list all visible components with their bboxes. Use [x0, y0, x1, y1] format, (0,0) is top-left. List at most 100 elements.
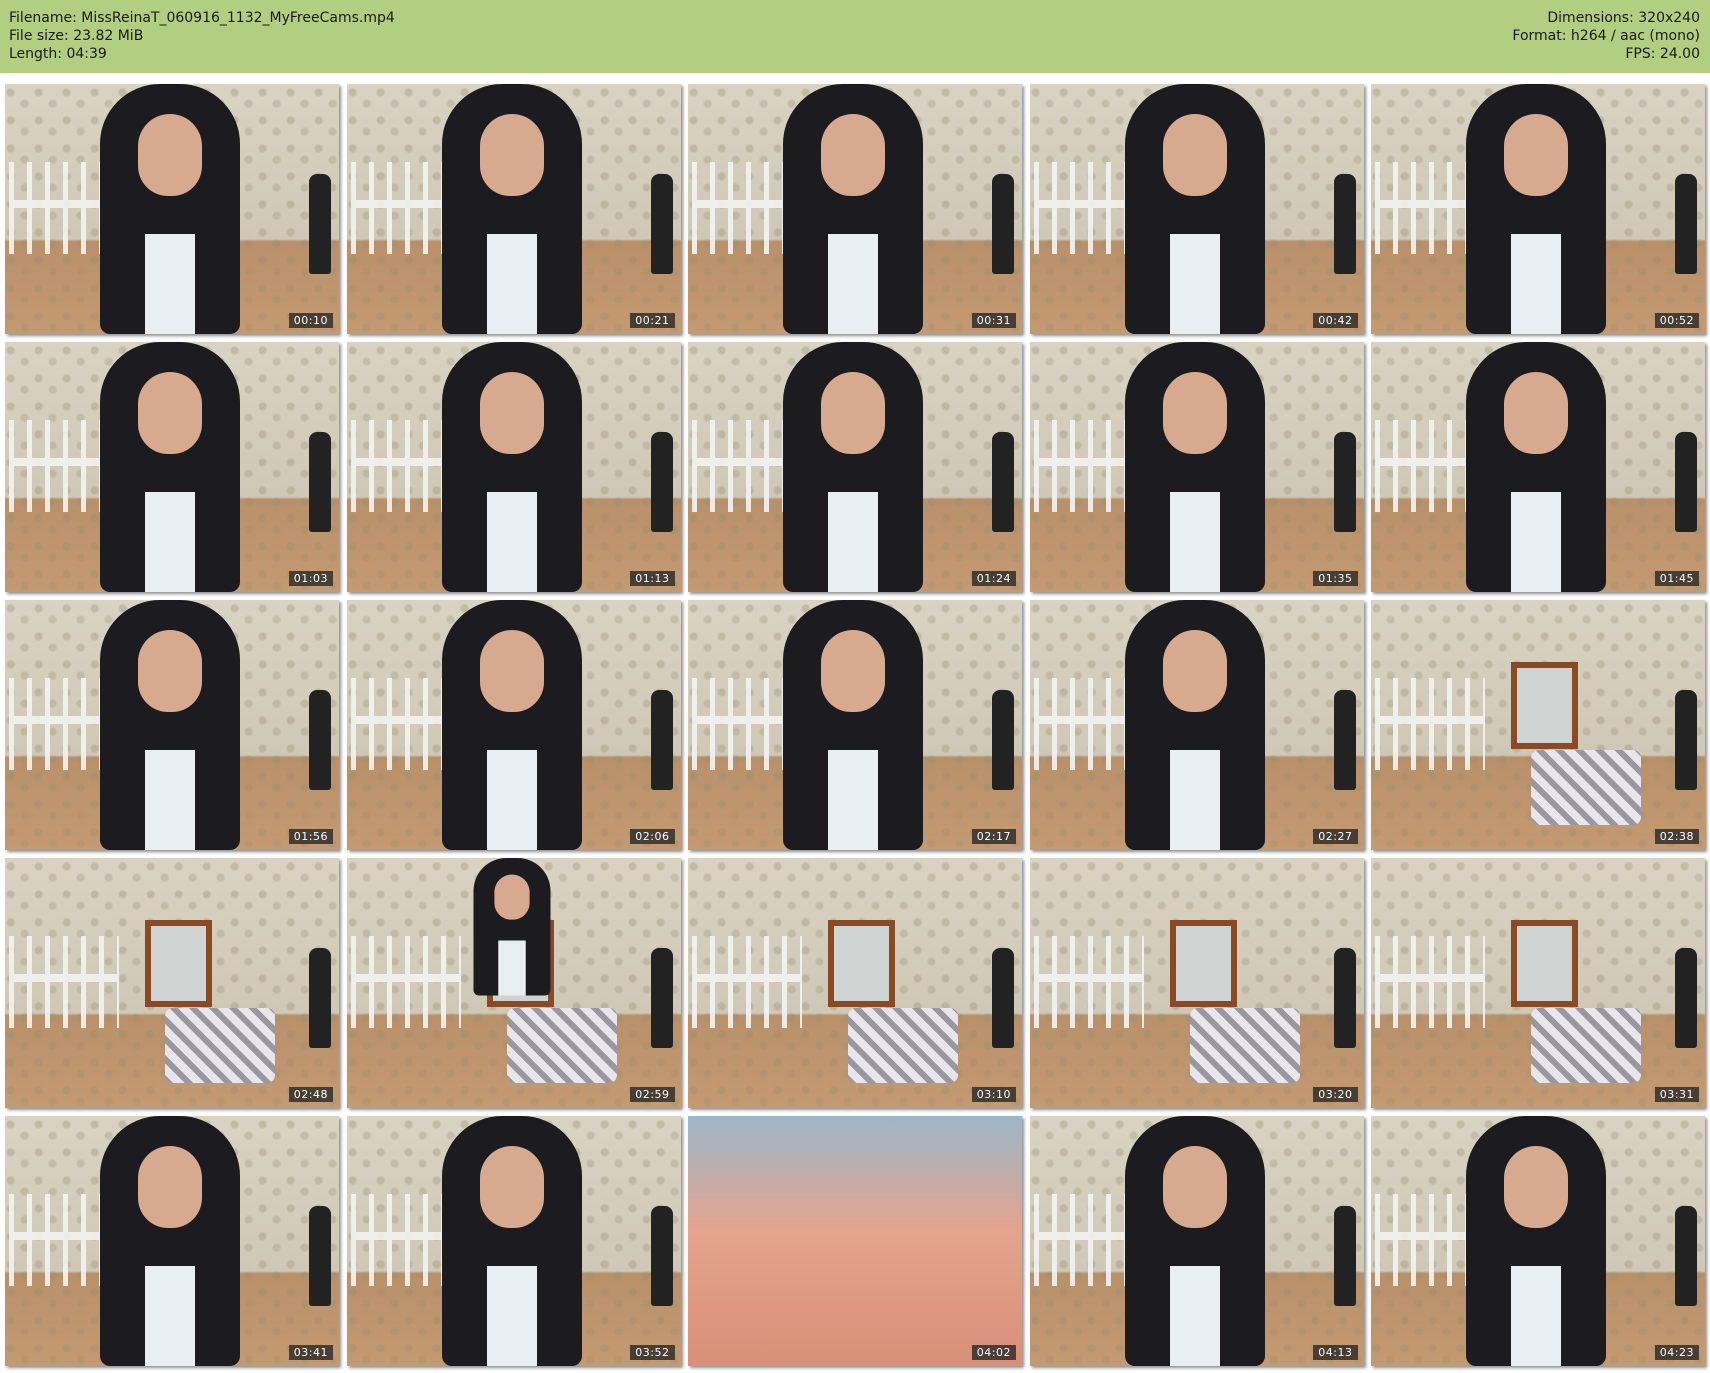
vase-shape [1333, 432, 1356, 532]
timestamp: 02:17 [971, 829, 1016, 844]
timestamp: 02:59 [630, 1087, 675, 1102]
vase-shape [1675, 174, 1697, 274]
video-thumbnail[interactable]: 01:45 [1371, 342, 1705, 592]
timestamp: 04:02 [971, 1345, 1016, 1360]
mirror-shape [1169, 920, 1237, 1007]
armchair-shape [1531, 1008, 1641, 1083]
vase-shape [1675, 1206, 1697, 1306]
vase-shape [992, 948, 1014, 1048]
video-thumbnail[interactable]: 01:24 [688, 342, 1022, 592]
vase-shape [650, 948, 673, 1048]
person-shape [1124, 342, 1265, 592]
mirror-shape [828, 920, 895, 1007]
mirror-shape [1511, 920, 1578, 1007]
armchair-shape [165, 1008, 275, 1083]
file-size: File size: 23.82 MiB [9, 28, 144, 44]
chairs-shape [1033, 936, 1144, 1028]
timestamp: 01:03 [288, 571, 333, 586]
vase-shape [650, 690, 673, 790]
person-shape [1124, 600, 1265, 850]
video-thumbnail[interactable]: 01:03 [5, 342, 339, 592]
timestamp: 03:20 [1313, 1087, 1358, 1102]
video-thumbnail[interactable]: 03:10 [688, 858, 1022, 1108]
video-thumbnail[interactable]: 01:35 [1029, 342, 1364, 592]
video-thumbnail[interactable]: 00:52 [1371, 84, 1705, 334]
fps: FPS: 24.00 [1625, 46, 1700, 62]
video-thumbnail[interactable]: 02:17 [688, 600, 1022, 850]
timestamp: 03:31 [1654, 1087, 1699, 1102]
video-thumbnail[interactable]: 01:13 [346, 342, 681, 592]
person-shape [100, 600, 240, 850]
video-thumbnail[interactable]: 02:27 [1029, 600, 1364, 850]
video-thumbnail[interactable]: 00:42 [1029, 84, 1364, 334]
vase-shape [992, 432, 1014, 532]
person-shape [783, 342, 923, 592]
file-info-right: Dimensions: 320x240 Format: h264 / aac (… [1512, 9, 1700, 63]
video-thumbnail[interactable]: 00:31 [688, 84, 1022, 334]
video-thumbnail[interactable]: 03:31 [1371, 858, 1705, 1108]
chairs-shape [692, 936, 802, 1028]
timestamp: 00:52 [1654, 313, 1699, 328]
timestamp: 01:35 [1313, 571, 1358, 586]
video-thumbnail[interactable]: 04:23 [1371, 1116, 1705, 1366]
person-shape [100, 1116, 240, 1366]
file-info-left: Filename: MissReinaT_060916_1132_MyFreeC… [9, 9, 395, 63]
video-thumbnail[interactable]: 03:20 [1029, 858, 1364, 1108]
person-shape [783, 600, 923, 850]
person-shape [441, 342, 582, 592]
chairs-shape [1375, 936, 1485, 1028]
timestamp: 00:42 [1313, 313, 1358, 328]
dimensions: Dimensions: 320x240 [1547, 10, 1700, 26]
person-shape [473, 858, 550, 996]
vase-shape [309, 1206, 331, 1306]
person-shape [1466, 1116, 1606, 1366]
timestamp: 00:10 [288, 313, 333, 328]
vase-shape [650, 1206, 673, 1306]
video-thumbnail[interactable]: 03:52 [346, 1116, 681, 1366]
video-thumbnail[interactable]: 00:21 [346, 84, 681, 334]
timestamp: 01:45 [1654, 571, 1699, 586]
video-thumbnail[interactable]: 00:10 [5, 84, 339, 334]
timestamp: 02:38 [1654, 829, 1699, 844]
vase-shape [1675, 690, 1697, 790]
vase-shape [1675, 948, 1697, 1048]
video-thumbnail[interactable]: 04:02 [688, 1116, 1022, 1366]
timestamp: 00:21 [630, 313, 675, 328]
vase-shape [1333, 1206, 1356, 1306]
timestamp: 01:13 [630, 571, 675, 586]
video-thumbnail[interactable]: 03:41 [5, 1116, 339, 1366]
video-thumbnail[interactable]: 02:38 [1371, 600, 1705, 850]
person-shape [441, 84, 582, 334]
video-thumbnail[interactable]: 02:06 [346, 600, 681, 850]
chairs-shape [350, 936, 461, 1028]
vase-shape [1333, 690, 1356, 790]
vase-shape [650, 432, 673, 532]
armchair-shape [1531, 750, 1641, 825]
video-thumbnail[interactable]: 04:13 [1029, 1116, 1364, 1366]
vase-shape [1333, 948, 1356, 1048]
timestamp: 01:56 [288, 829, 333, 844]
video-thumbnail[interactable]: 01:56 [5, 600, 339, 850]
mirror-shape [1511, 662, 1578, 749]
length: Length: 04:39 [9, 46, 107, 62]
chairs-shape [9, 936, 119, 1028]
timestamp: 04:13 [1313, 1345, 1358, 1360]
vase-shape [309, 948, 331, 1048]
person-shape [100, 84, 240, 334]
format: Format: h264 / aac (mono) [1512, 28, 1700, 44]
filename: Filename: MissReinaT_060916_1132_MyFreeC… [9, 10, 395, 26]
timestamp: 02:48 [288, 1087, 333, 1102]
timestamp: 00:31 [971, 313, 1016, 328]
timestamp: 01:24 [971, 571, 1016, 586]
timestamp: 02:06 [630, 829, 675, 844]
person-shape [1466, 84, 1606, 334]
person-shape [441, 1116, 582, 1366]
video-thumbnail[interactable]: 02:59 [346, 858, 681, 1108]
person-shape [1124, 1116, 1265, 1366]
timestamp: 03:10 [971, 1087, 1016, 1102]
timestamp: 04:23 [1654, 1345, 1699, 1360]
vase-shape [650, 174, 673, 274]
vase-shape [309, 432, 331, 532]
file-info-header: Filename: MissReinaT_060916_1132_MyFreeC… [0, 0, 1710, 73]
video-thumbnail[interactable]: 02:48 [5, 858, 339, 1108]
